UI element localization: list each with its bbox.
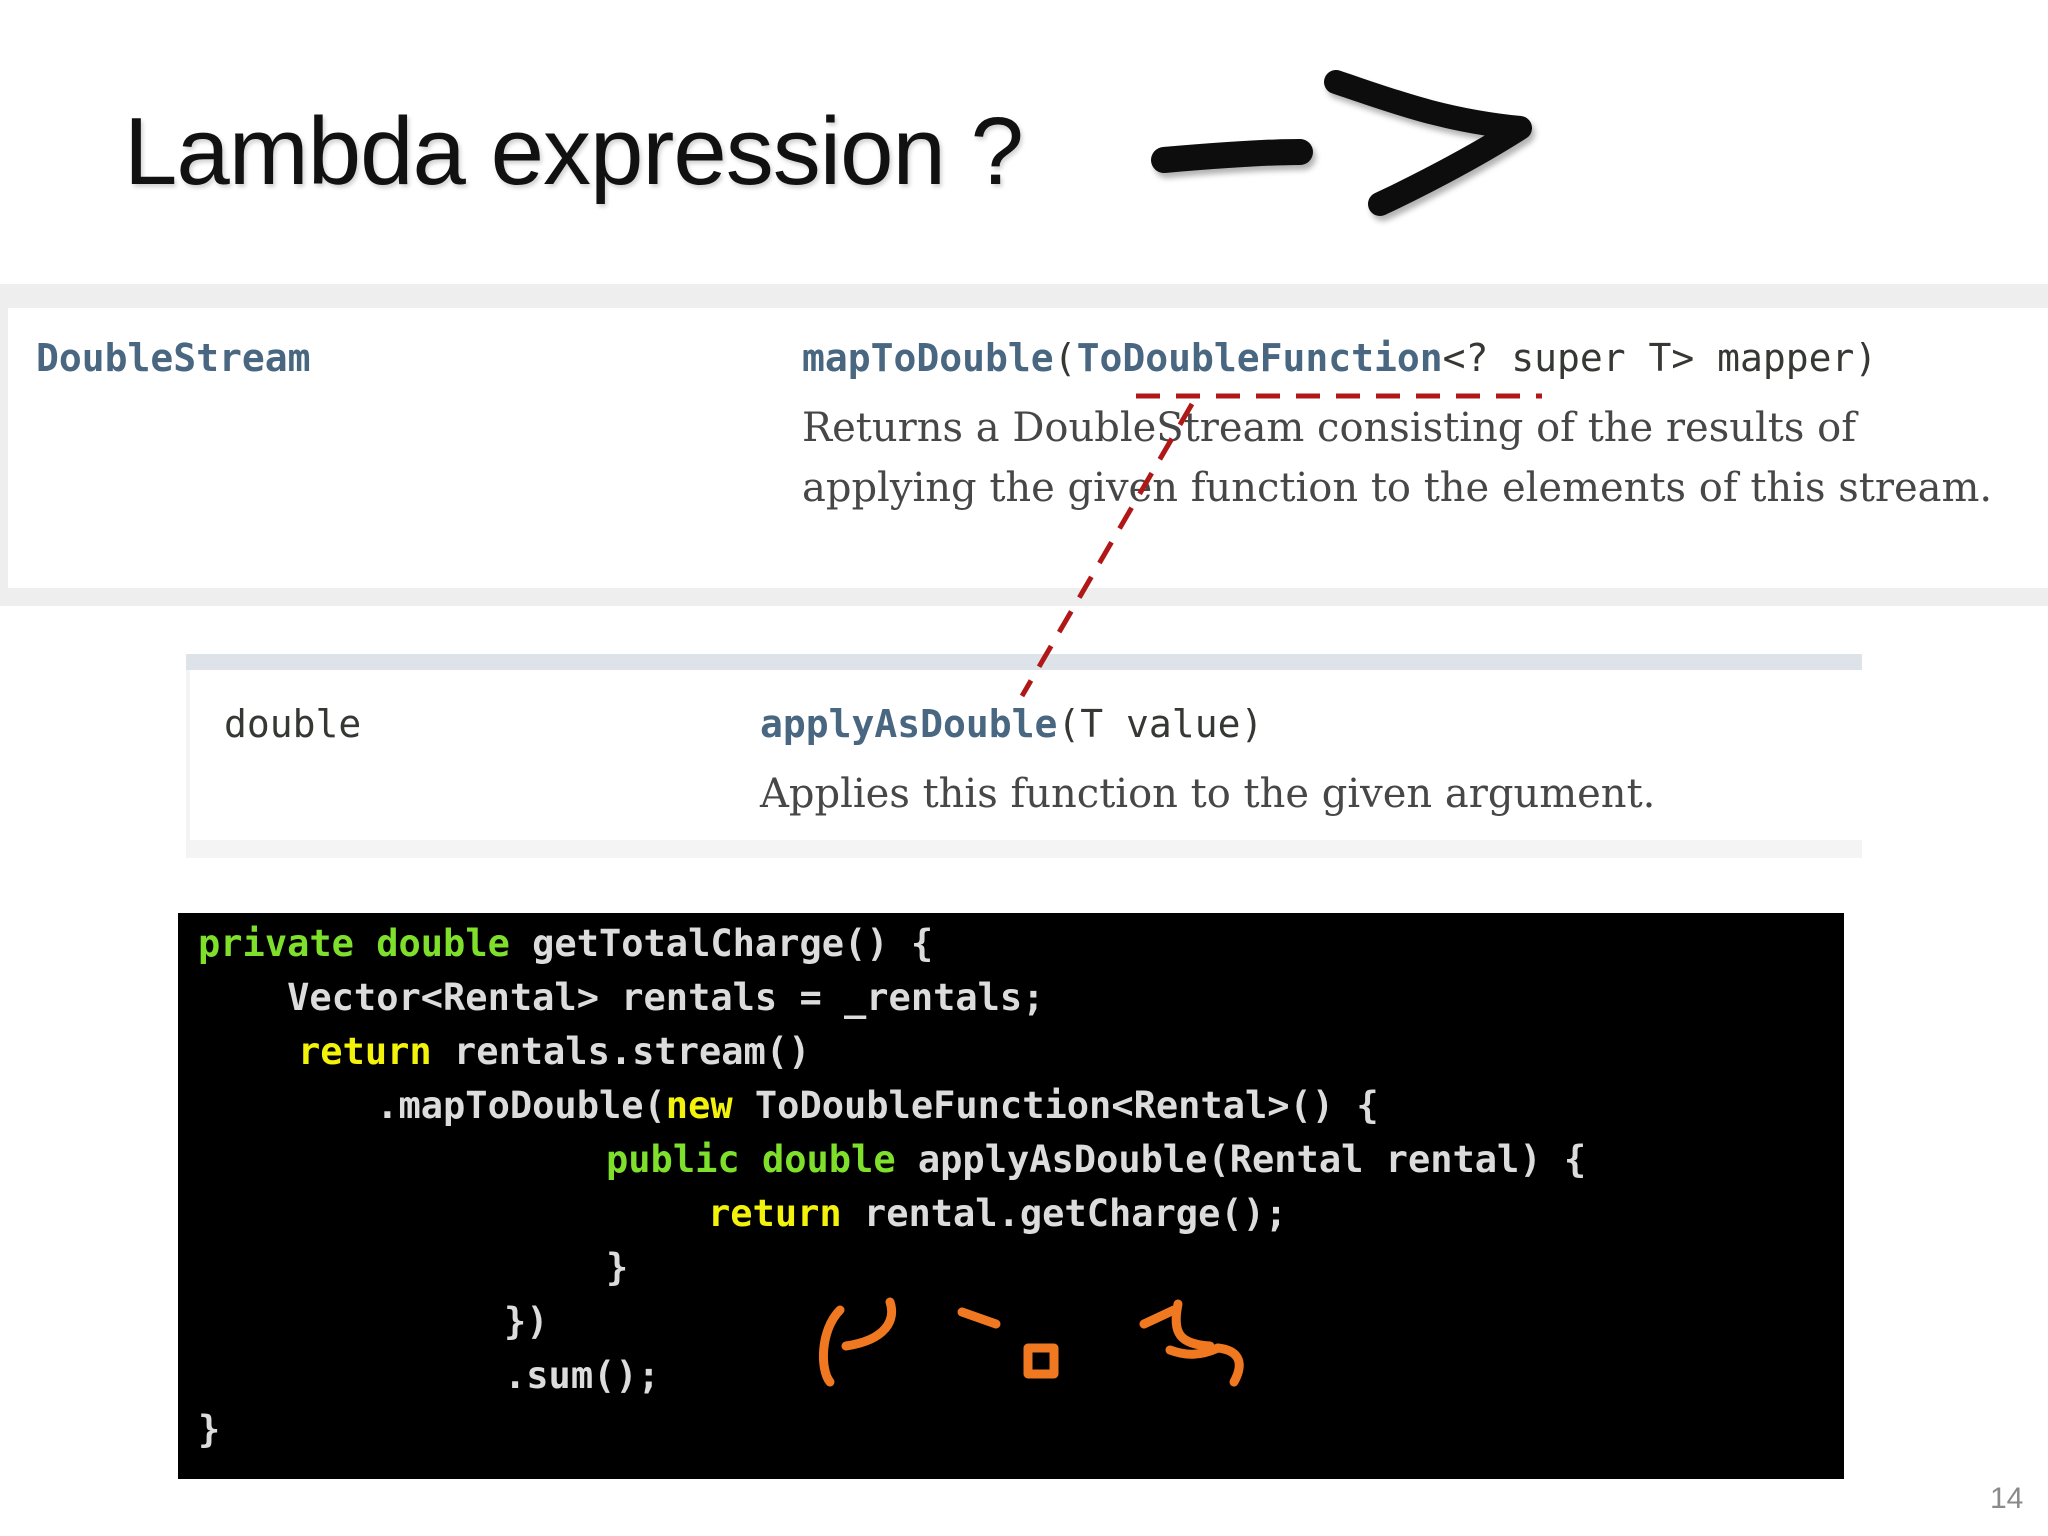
method-name-applyasdouble-link[interactable]: applyAsDouble xyxy=(760,702,1057,746)
method-signature-maptodouble: mapToDouble(ToDoubleFunction<? super T> … xyxy=(802,336,1877,380)
keyword-private: private xyxy=(198,922,354,965)
keyword-return: return xyxy=(708,1192,842,1235)
code-line-1: private double getTotalCharge() { xyxy=(198,917,933,971)
code-text: getTotalCharge() { xyxy=(509,922,934,965)
code-text: ToDoubleFunction<Rental>() { xyxy=(732,1084,1379,1127)
keyword-return: return xyxy=(298,1030,432,1073)
javadoc-row-applyasdouble xyxy=(186,654,1862,858)
code-text: rental.getCharge(); xyxy=(841,1192,1288,1235)
method-signature-applyasdouble: applyAsDouble(T value) xyxy=(760,702,1263,746)
return-type-double: double xyxy=(224,702,362,746)
code-text: .mapToDouble( xyxy=(198,1084,666,1127)
code-text: applyAsDouble(Rental rental) { xyxy=(895,1138,1587,1181)
code-line-2: Vector<Rental> rentals = _rentals; xyxy=(198,976,1045,1019)
page-number: 14 xyxy=(1990,1482,2024,1515)
keyword-new: new xyxy=(665,1084,733,1127)
hand-drawn-arrow-icon xyxy=(1151,70,1532,216)
method-params: (T value) xyxy=(1057,702,1264,746)
code-text: rentals.stream() xyxy=(431,1030,811,1073)
keyword-double: double xyxy=(761,1138,896,1181)
return-type-doublestream-link[interactable]: DoubleStream xyxy=(36,336,311,380)
code-line-8: }) xyxy=(504,1300,549,1343)
param-rest: <? super T> mapper) xyxy=(1442,336,1878,380)
code-line-4: .mapToDouble(new ToDoubleFunction<Rental… xyxy=(198,1079,1379,1133)
code-line-7: } xyxy=(606,1246,629,1289)
method-name-maptodouble-link[interactable]: mapToDouble xyxy=(802,336,1054,380)
method-description-maptodouble: Returns a DoubleStream consisting of the… xyxy=(802,405,1993,511)
keyword-public: public xyxy=(606,1138,740,1181)
keyword-double: double xyxy=(376,922,510,965)
param-type-todoublefunction-link[interactable]: ToDoubleFunction xyxy=(1077,336,1443,380)
code-line-5: public double applyAsDouble(Rental renta… xyxy=(606,1133,1586,1187)
paren-open: ( xyxy=(1053,336,1077,380)
emoticon-face-icon xyxy=(818,1297,1244,1387)
code-line-3: return rentals.stream() xyxy=(298,1025,810,1079)
code-line-10: } xyxy=(198,1408,221,1451)
method-description-applyasdouble: Applies this function to the given argum… xyxy=(760,771,1656,817)
slide-title: Lambda expression ? xyxy=(124,98,1024,205)
header-strip xyxy=(186,654,1862,670)
code-line-9: .sum(); xyxy=(504,1354,660,1397)
code-line-6: return rental.getCharge(); xyxy=(708,1187,1287,1241)
